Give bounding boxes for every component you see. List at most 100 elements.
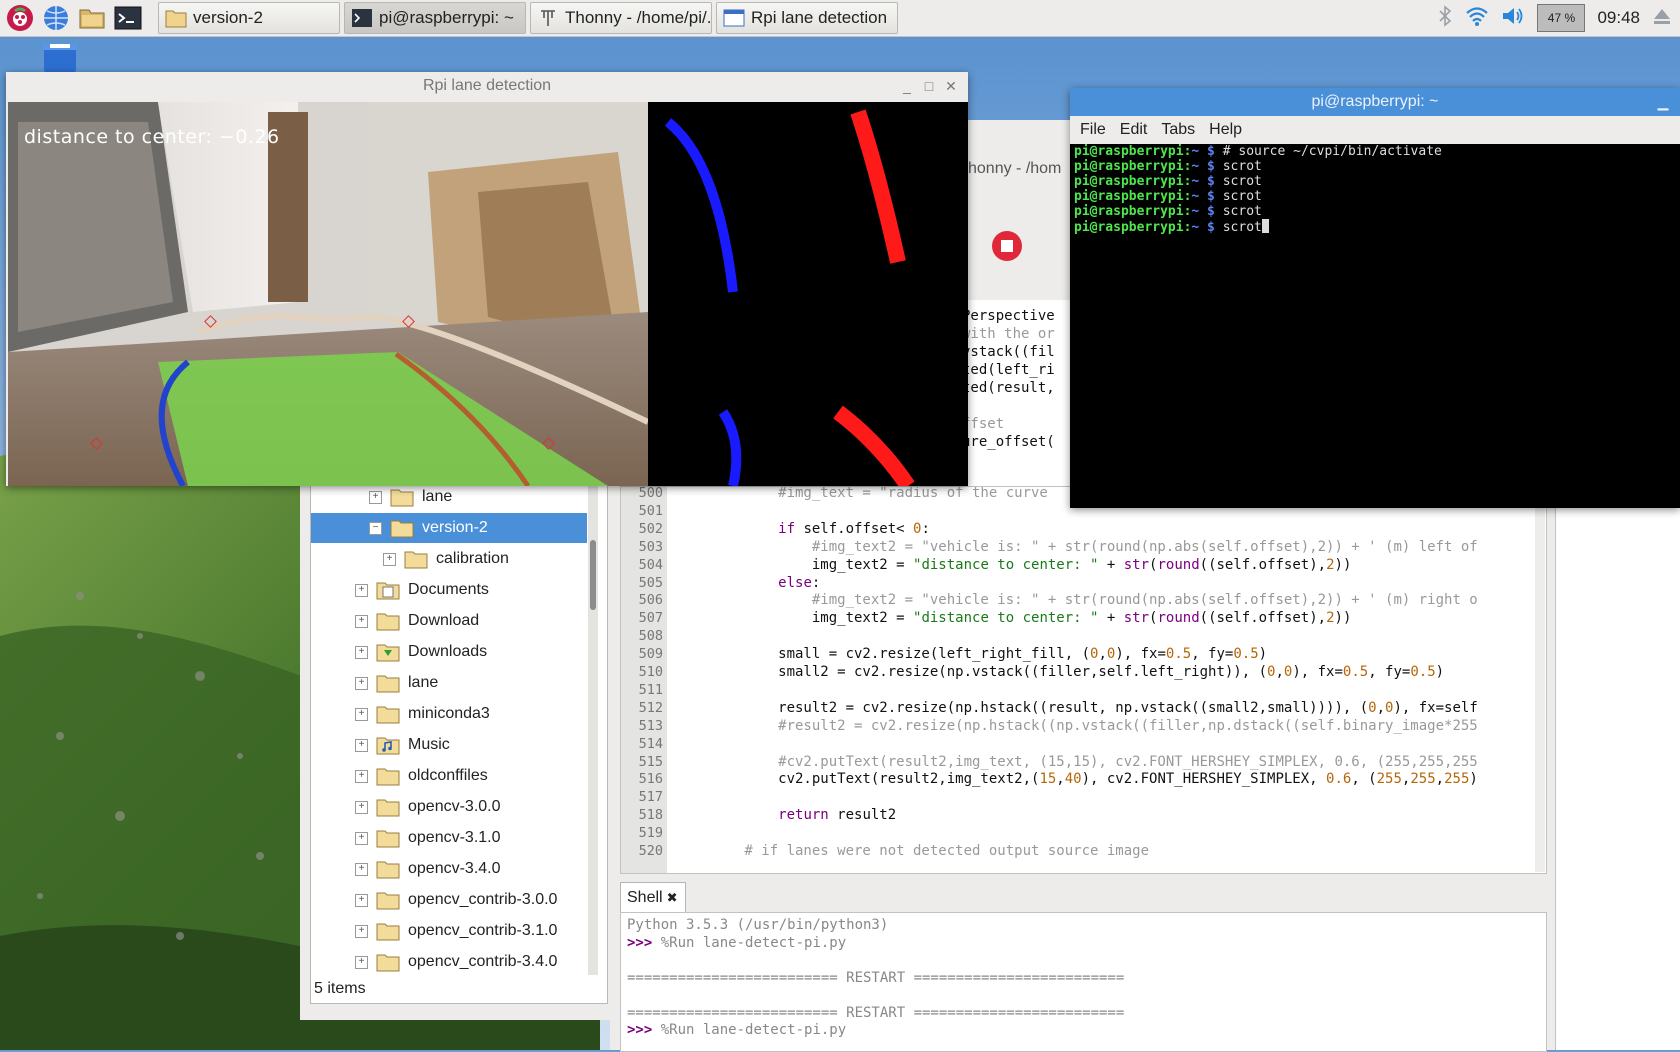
expander-icon[interactable]: + — [355, 893, 368, 907]
eject-icon[interactable] — [1652, 6, 1672, 30]
taskbar-item-terminal[interactable]: pi@raspberrypi: ~ — [344, 2, 526, 34]
tree-item[interactable]: + opencv-3.0.0 — [311, 792, 587, 822]
terminal-titlebar[interactable]: pi@raspberrypi: ~ ▁ — [1070, 88, 1680, 116]
terminal-prompt-dir: ~ $ — [1191, 204, 1215, 219]
expander-icon[interactable]: + — [355, 924, 368, 938]
tree-item[interactable]: + lane — [311, 482, 587, 512]
code-line: small = cv2.resize(left_right_fill, (0,0… — [677, 646, 1268, 663]
tree-item[interactable]: + opencv_contrib-3.1.0 — [311, 916, 587, 946]
expander-icon[interactable]: + — [355, 738, 368, 752]
expander-icon[interactable]: + — [355, 645, 368, 659]
tree-item-label: opencv_contrib-3.1.0 — [408, 922, 558, 939]
menu-tabs[interactable]: Tabs — [1161, 121, 1195, 139]
clock[interactable]: 09:48 — [1597, 8, 1640, 28]
shell-console[interactable]: Python 3.5.3 (/usr/bin/python3) >>> %Run … — [620, 912, 1547, 1052]
expander-icon[interactable]: + — [355, 955, 368, 969]
menu-edit[interactable]: Edit — [1120, 121, 1148, 139]
status-bar: 5 items — [314, 980, 366, 997]
folder-icon — [376, 954, 400, 971]
taskbar-item-thonny[interactable]: Thonny - /home/pi/... — [530, 2, 712, 34]
folder-icon — [376, 830, 400, 847]
shell-line: >>> %Run lane-detect-pi.py — [627, 935, 846, 951]
code-line: ffset — [962, 416, 1005, 432]
code-peek: Perspective with the or vstack((fil ted(lef… — [960, 300, 1070, 486]
tree-item[interactable]: + opencv_contrib-3.4.0 — [311, 947, 587, 977]
expander-icon[interactable]: + — [355, 800, 368, 814]
code-line: img_text2 = "distance to center: " + str… — [677, 556, 1352, 573]
tree-item[interactable]: − version-2 — [311, 513, 587, 543]
binary-lane-image — [664, 109, 915, 486]
expander-icon[interactable]: + — [355, 676, 368, 690]
system-tray: 47 % 09:48 — [1425, 0, 1680, 36]
terminal-command: scrot — [1214, 204, 1262, 219]
tree-item[interactable]: + Downloads — [311, 637, 587, 667]
expander-icon[interactable]: + — [369, 490, 382, 504]
tree-item-label: opencv-3.0.0 — [408, 798, 501, 815]
folder-icon — [376, 799, 400, 816]
tree-scrollbar-thumb[interactable] — [590, 540, 596, 610]
folder-icon — [390, 520, 414, 537]
shell-text: %Run lane-detect-pi.py — [652, 934, 847, 951]
documents-folder-icon — [376, 582, 400, 599]
tree-item[interactable]: + Documents — [311, 575, 587, 605]
expander-icon[interactable]: + — [355, 707, 368, 721]
code-line: # if lanes were not detected output sour… — [677, 843, 1150, 859]
thonny-title-partial: honny - /hom — [968, 160, 1062, 177]
folder-icon — [376, 861, 400, 878]
menu-file[interactable]: File — [1080, 121, 1106, 139]
tree-item[interactable]: + oldconffiles — [311, 761, 587, 791]
tree-item[interactable]: + calibration — [311, 544, 587, 574]
code-editor[interactable]: 500 501 502 503 504 505 506 507 508 509 510 511 512 5… — [620, 486, 1547, 874]
file-manager-icon[interactable] — [76, 2, 108, 34]
bluetooth-icon[interactable] — [1437, 5, 1453, 31]
expander-icon[interactable]: + — [383, 552, 396, 566]
line-number: 520 — [638, 843, 663, 859]
terminal-icon[interactable] — [112, 2, 144, 34]
expander-icon[interactable]: + — [355, 862, 368, 876]
terminal-prompt-dir: ~ $ — [1191, 220, 1215, 235]
terminal-output[interactable]: pi@raspberrypi:~ $ # source ~/cvpi/bin/a… — [1070, 144, 1680, 508]
web-browser-icon[interactable] — [40, 2, 72, 34]
raspberry-menu-icon[interactable] — [4, 2, 36, 34]
close-icon[interactable]: ✕ — [940, 78, 962, 95]
terminal-line: pi@raspberrypi:~ $ # source ~/cvpi/bin/a… — [1074, 144, 1442, 159]
tree-item[interactable]: + miniconda3 — [311, 699, 587, 729]
wifi-icon[interactable] — [1465, 5, 1489, 31]
editor-scrollbar[interactable] — [1535, 486, 1545, 872]
tree-item[interactable]: + Download — [311, 606, 587, 636]
thonny-side-panel — [1555, 480, 1680, 1050]
terminal-prompt-dir: ~ $ — [1191, 189, 1215, 204]
code-line: ted(left_ri — [962, 362, 1055, 378]
tab-shell[interactable]: Shell ✖ — [620, 882, 686, 912]
tree-item[interactable]: + lane — [311, 668, 587, 698]
minimize-icon[interactable]: ▁ — [1652, 94, 1674, 111]
menu-help[interactable]: Help — [1209, 121, 1242, 139]
expander-icon[interactable]: + — [355, 769, 368, 783]
close-icon[interactable]: ✖ — [667, 890, 678, 906]
tree-item[interactable]: + Music — [311, 730, 587, 760]
minimize-icon[interactable]: _ — [896, 78, 918, 94]
folder-tree: Desktop+lane−version-2+calibration+Docum… — [310, 470, 608, 1004]
tree-item[interactable]: + opencv_contrib-3.0.0 — [311, 885, 587, 915]
trash-icon[interactable] — [40, 44, 80, 74]
volume-icon[interactable] — [1501, 5, 1525, 31]
terminal-line: pi@raspberrypi:~ $ scrot — [1074, 159, 1262, 174]
cpu-monitor[interactable]: 47 % — [1537, 4, 1586, 32]
taskbar-item-lane-detection[interactable]: Rpi lane detection — [716, 2, 898, 34]
tree-item[interactable]: + opencv-3.1.0 — [311, 823, 587, 853]
lane-window-title: Rpi lane detection — [422, 77, 552, 94]
expander-icon[interactable]: + — [355, 614, 368, 628]
maximize-icon[interactable]: □ — [918, 78, 940, 94]
tree-item-label: Documents — [408, 581, 489, 598]
stop-button[interactable] — [992, 231, 1022, 261]
expander-icon[interactable]: − — [369, 521, 382, 535]
terminal-prompt-user: pi@raspberrypi: — [1074, 174, 1192, 189]
camera-image — [8, 102, 648, 486]
terminal-cursor — [1261, 219, 1269, 233]
lane-titlebar[interactable]: Rpi lane detection _ □ ✕ — [6, 72, 968, 100]
expander-icon[interactable]: + — [355, 583, 368, 597]
folder-icon — [376, 923, 400, 940]
tree-item[interactable]: + opencv-3.4.0 — [311, 854, 587, 884]
expander-icon[interactable]: + — [355, 831, 368, 845]
taskbar-item-file-manager[interactable]: version-2 — [158, 2, 340, 34]
